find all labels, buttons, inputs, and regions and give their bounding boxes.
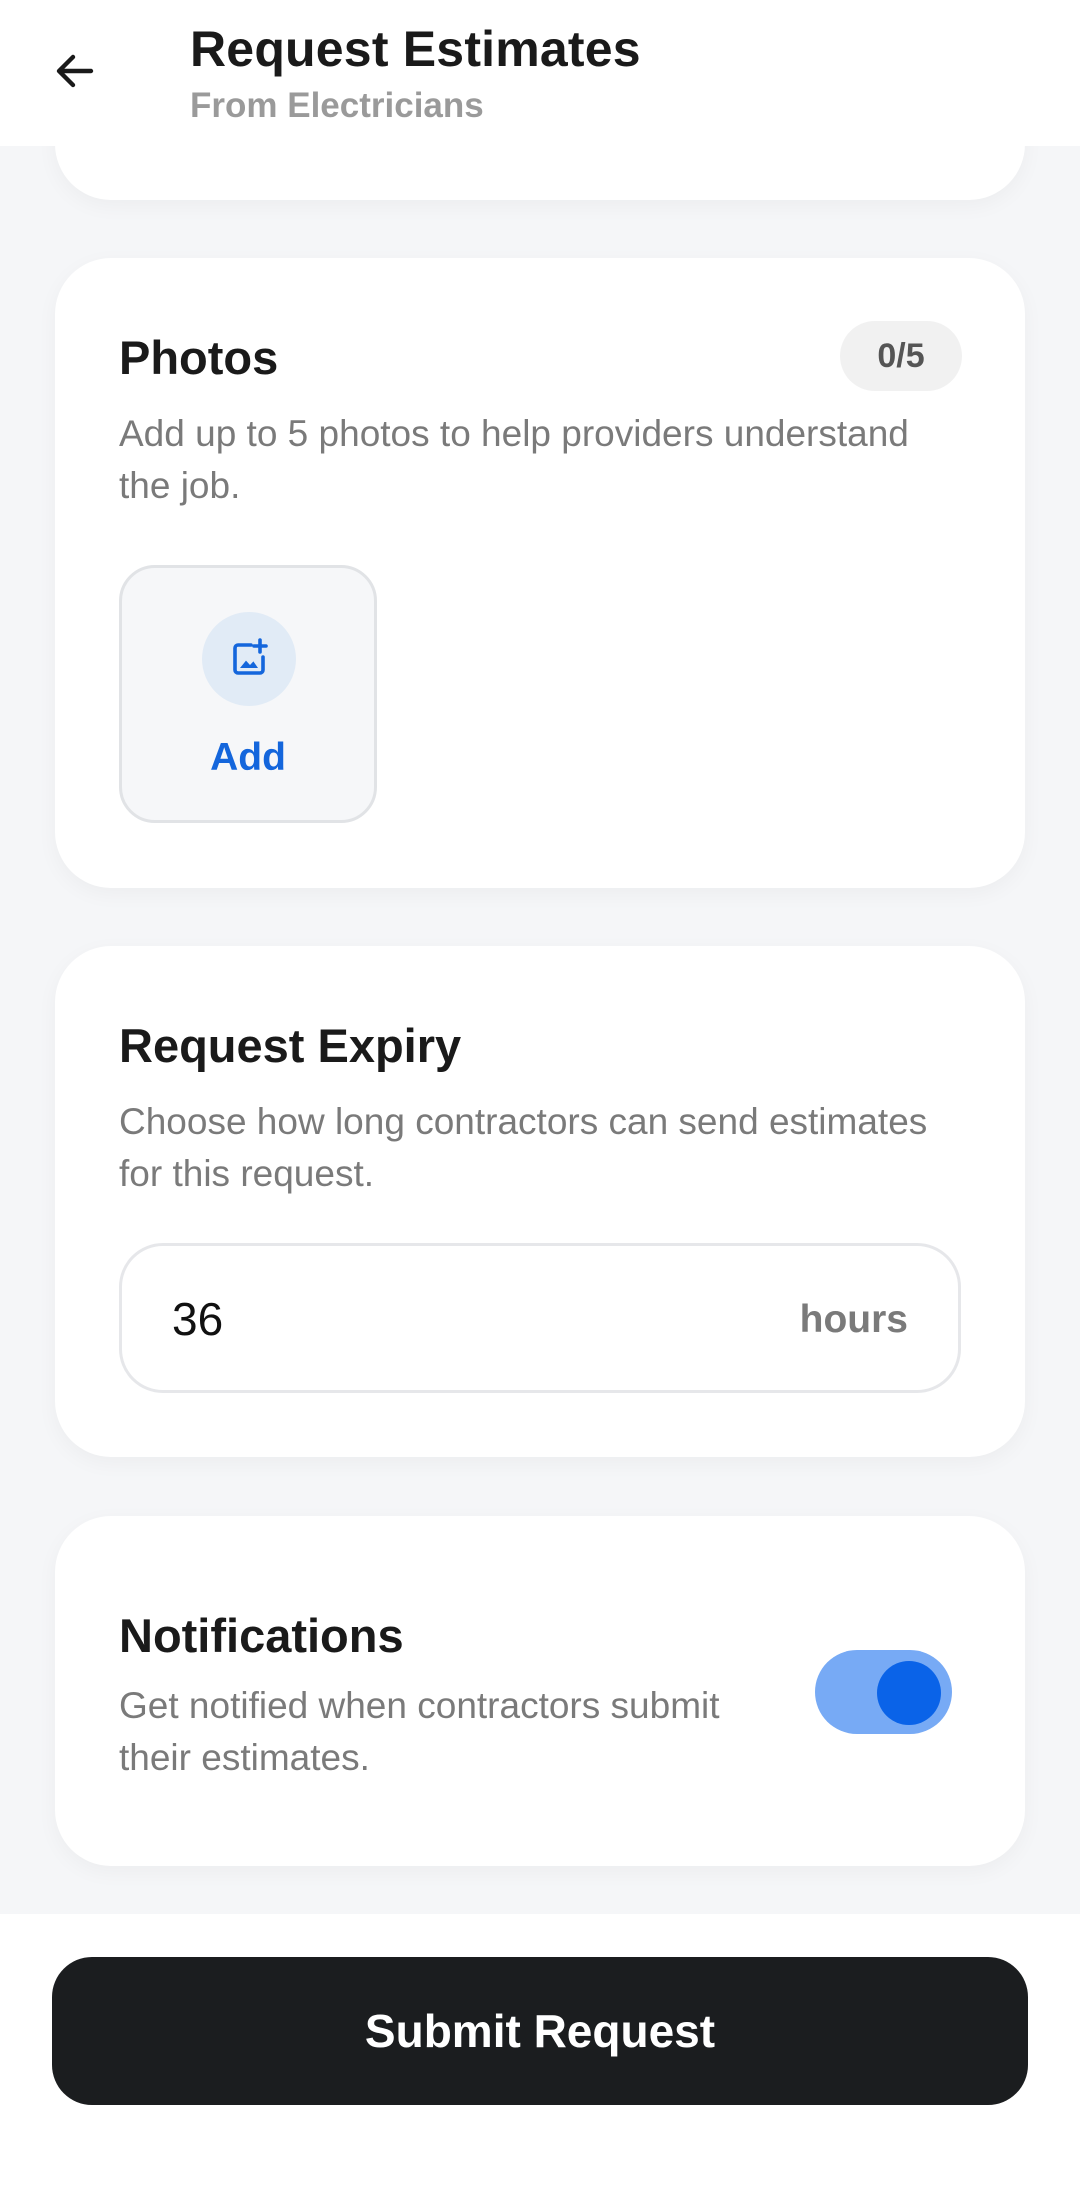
app-header: Request Estimates From Electricians (0, 0, 1080, 146)
expiry-hours-unit: hours (799, 1298, 908, 1341)
expiry-hours-value[interactable]: 36 (172, 1292, 223, 1346)
photo-count-badge: 0/5 (840, 321, 962, 391)
add-photo-label: Add (210, 736, 286, 779)
toggle-knob (877, 1661, 941, 1725)
page-title: Request Estimates (190, 21, 641, 77)
submit-request-button[interactable]: Submit Request (52, 1957, 1028, 2105)
notifications-description: Get notified when contractors submit the… (119, 1685, 720, 1778)
page-subtitle: From Electricians (190, 86, 484, 125)
add-photo-icon-wrap (202, 612, 296, 706)
expiry-hours-input[interactable]: 36 hours (119, 1243, 961, 1393)
photos-description: Add up to 5 photos to help providers und… (119, 413, 909, 506)
notifications-toggle[interactable] (815, 1650, 952, 1734)
bottom-action-bar: Submit Request (0, 1914, 1080, 2189)
photos-card: Photos 0/5 Add up to 5 photos to help pr… (55, 258, 1025, 888)
expiry-title: Request Expiry (119, 1019, 462, 1072)
add-photo-button[interactable]: Add (119, 565, 377, 823)
arrow-left-icon (56, 54, 94, 88)
notifications-card: Notifications Get notified when contract… (55, 1516, 1025, 1866)
request-expiry-card: Request Expiry Choose how long contracto… (55, 946, 1025, 1457)
add-photo-icon (233, 638, 268, 675)
notifications-title: Notifications (119, 1609, 404, 1662)
photos-title: Photos (119, 331, 279, 384)
request-estimates-screen: Request Estimates From Electricians Phot… (0, 0, 1080, 2189)
expiry-description: Choose how long contractors can send est… (119, 1101, 928, 1194)
back-button[interactable] (40, 36, 110, 106)
